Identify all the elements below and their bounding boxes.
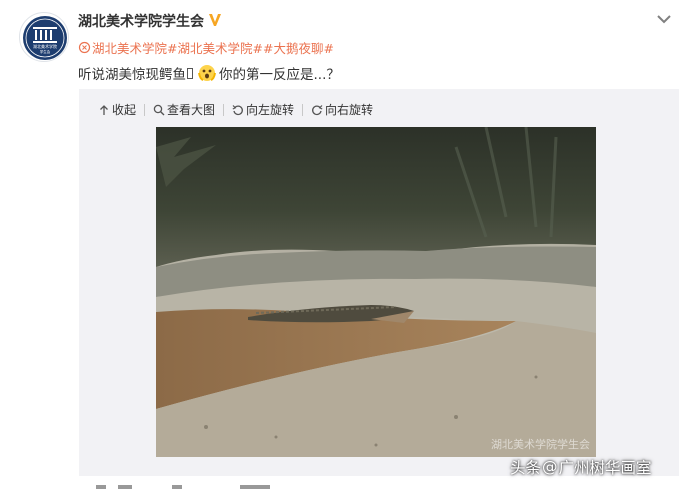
clipped-action-icon <box>118 485 132 489</box>
post-text: 听说湖美惊现鳄鱼 你的第一反应是...？ <box>78 63 340 83</box>
clipped-action-icon <box>172 485 182 489</box>
avatar[interactable]: 湖北美术学院 学生会 <box>19 12 69 62</box>
rotate-left-label: 向左旋转 <box>246 103 295 117</box>
watermark-at: @ <box>542 458 558 476</box>
rotate-right-label: 向右旋转 <box>325 103 374 117</box>
chevron-down-icon[interactable] <box>657 14 671 24</box>
watermark-brand: 头条 <box>510 459 542 477</box>
missing-glyph-box <box>187 67 193 79</box>
crocodile-photo <box>156 127 596 457</box>
post-photo[interactable]: 湖北美术学院学生会 <box>156 127 596 457</box>
topic-tags: 湖北美术学院 #湖北美术学院# #大鹅夜聊# <box>78 38 334 57</box>
clipped-action-icon <box>96 485 106 489</box>
shocked-face-emoji-icon <box>198 65 216 81</box>
rotate-right-button[interactable]: 向右旋转 <box>311 101 373 118</box>
username[interactable]: 湖北美术学院学生会 <box>78 11 204 31</box>
collapse-button[interactable]: 收起 <box>98 101 136 118</box>
tag-link-2[interactable]: #湖北美术学院# <box>167 38 263 57</box>
search-icon <box>153 104 165 115</box>
post-text-after-emoji: 你的第一反应是...？ <box>219 67 340 83</box>
link-icon <box>78 41 91 54</box>
clipped-action-icon <box>240 485 270 489</box>
rotate-left-button[interactable]: 向左旋转 <box>232 101 294 118</box>
media-toolbar: 收起 查看大图 向左旋转 向右旋转 <box>98 101 373 118</box>
tag-link-1[interactable]: 湖北美术学院 <box>92 38 167 57</box>
toolbar-divider <box>144 103 146 116</box>
hifa-student-union-logo-icon: 湖北美术学院 学生会 <box>23 16 67 60</box>
verified-badge-icon <box>209 14 221 26</box>
photo-watermark: 湖北美术学院学生会 <box>491 438 590 451</box>
toutiao-watermark: 头条 @ 广州树华画室 <box>510 456 652 478</box>
avatar-text-line1: 湖北美术学院 <box>33 43 57 49</box>
view-large-label: 查看大图 <box>167 103 216 117</box>
collapse-label: 收起 <box>112 103 137 117</box>
tag-link-3[interactable]: #大鹅夜聊# <box>263 38 334 57</box>
weibo-post: 湖北美术学院 学生会 湖北美术学院学生会 湖北美术学院 #湖北美术学院# #大鹅… <box>0 0 692 489</box>
rotate-right-icon <box>312 104 323 115</box>
post-text-before-emoji: 听说湖美惊现鳄鱼 <box>78 67 186 83</box>
avatar-text-line2: 学生会 <box>40 49 51 54</box>
toolbar-divider <box>223 103 225 116</box>
watermark-author: 广州树华画室 <box>558 459 652 477</box>
rotate-left-icon <box>232 104 243 115</box>
toolbar-divider <box>302 103 304 116</box>
arrow-up-icon <box>100 104 108 115</box>
view-large-button[interactable]: 查看大图 <box>153 101 215 118</box>
